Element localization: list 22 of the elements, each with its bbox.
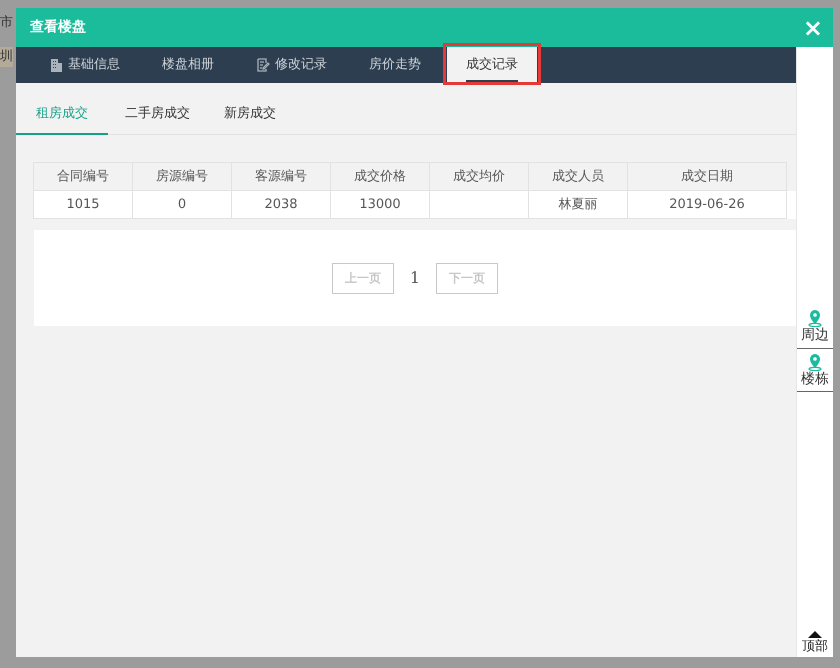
tab[interactable]: 修改记录 xyxy=(240,47,343,83)
edit-icon xyxy=(256,58,270,72)
window-title: 查看楼盘 xyxy=(30,18,86,37)
background-text: 圳 xyxy=(0,47,13,67)
page-number[interactable]: 1 xyxy=(404,266,426,290)
map-pin-icon xyxy=(807,352,823,370)
background-text: 市 xyxy=(0,14,13,32)
triangle-up-icon xyxy=(808,631,822,638)
table-cell: 2019-06-26 xyxy=(627,190,787,219)
subtab[interactable]: 二手房成交 xyxy=(108,94,207,134)
tab[interactable]: 基础信息 xyxy=(34,47,136,83)
active-tab-underline xyxy=(466,80,518,83)
building-icon xyxy=(50,58,63,72)
back-to-top-button[interactable]: 顶部 xyxy=(797,631,833,657)
table-cell: 1015 xyxy=(33,190,133,219)
side-nav-item[interactable]: 楼栋 xyxy=(797,348,833,392)
tab[interactable]: 楼盘相册 xyxy=(146,47,230,83)
tab[interactable]: 房价走势 xyxy=(353,47,437,83)
tab[interactable]: 成交记录 xyxy=(447,47,537,83)
map-pin-icon xyxy=(807,309,823,327)
side-nav-item[interactable]: 周边 xyxy=(797,305,833,348)
subtab[interactable]: 新房成交 xyxy=(207,94,293,134)
